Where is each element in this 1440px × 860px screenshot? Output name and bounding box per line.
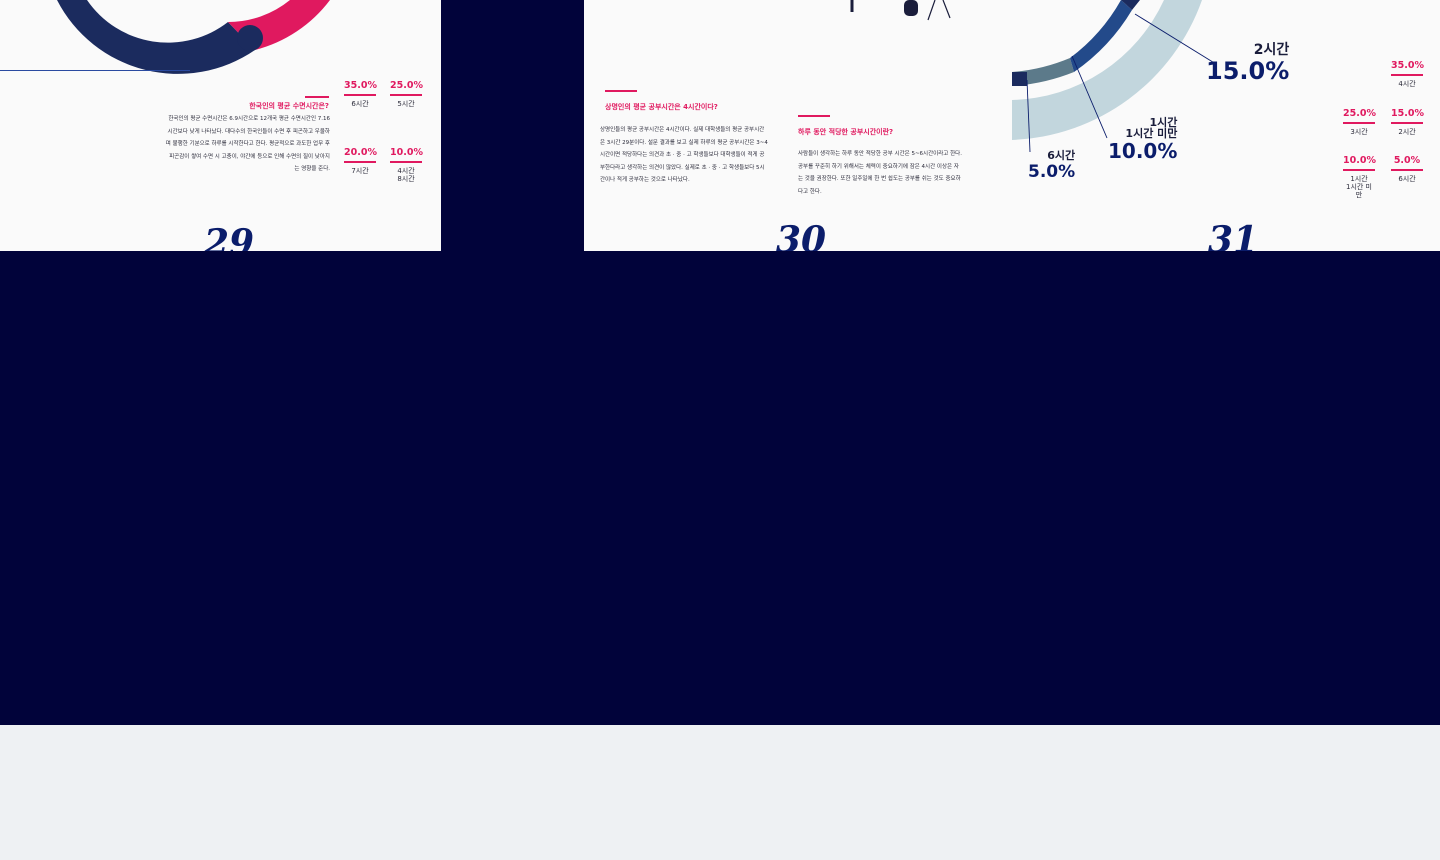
stat-3h: 25.0% 3시간	[1343, 108, 1376, 136]
stat-2h: 15.0% 2시간	[1391, 108, 1424, 136]
page-number-29: 29	[204, 222, 255, 251]
stat-4h-8h: 10.0% 4시간 8시간	[390, 147, 423, 183]
stat-7h: 20.0% 7시간	[344, 147, 377, 175]
callout-6h: 6시간 5.0%	[1028, 149, 1076, 183]
page-29[interactable]: 한국인의 평균 수면시간은? 한국인의 평균 수면시간은 6.9시간으로 12개…	[0, 0, 441, 251]
stat-1h: 10.0% 1시간 1시간 미만	[1343, 155, 1376, 199]
callout-2h: 2시간 15.0%	[1206, 42, 1290, 85]
heading-bar	[305, 96, 329, 98]
stat-4h: 35.0% 4시간	[1391, 60, 1424, 88]
stat-5h: 25.0% 5시간	[390, 80, 423, 108]
ring-navy-small	[1012, 72, 1027, 86]
page-number-31: 31	[1208, 219, 1259, 251]
sleep-heading: 한국인의 평균 수면시간은?	[249, 102, 329, 110]
stat-6h: 35.0% 6시간	[344, 80, 377, 108]
callout-1h: 1시간 1시간 미만 10.0%	[1108, 116, 1178, 163]
sleep-body: 한국인의 평균 수면시간은 6.9시간으로 12개국 평균 수면시간인 7.16…	[165, 116, 330, 172]
donut-chart-study	[1012, 0, 1217, 153]
stat-6h-study: 5.0% 6시간	[1391, 155, 1423, 183]
donut-segment-navy	[57, 0, 255, 74]
footer-area	[0, 725, 1440, 860]
page-30-31[interactable]: 상명인의 평균 공부시간은 4시간이다? 상명인들의 평균 공부시간은 4시간이…	[584, 0, 1440, 251]
